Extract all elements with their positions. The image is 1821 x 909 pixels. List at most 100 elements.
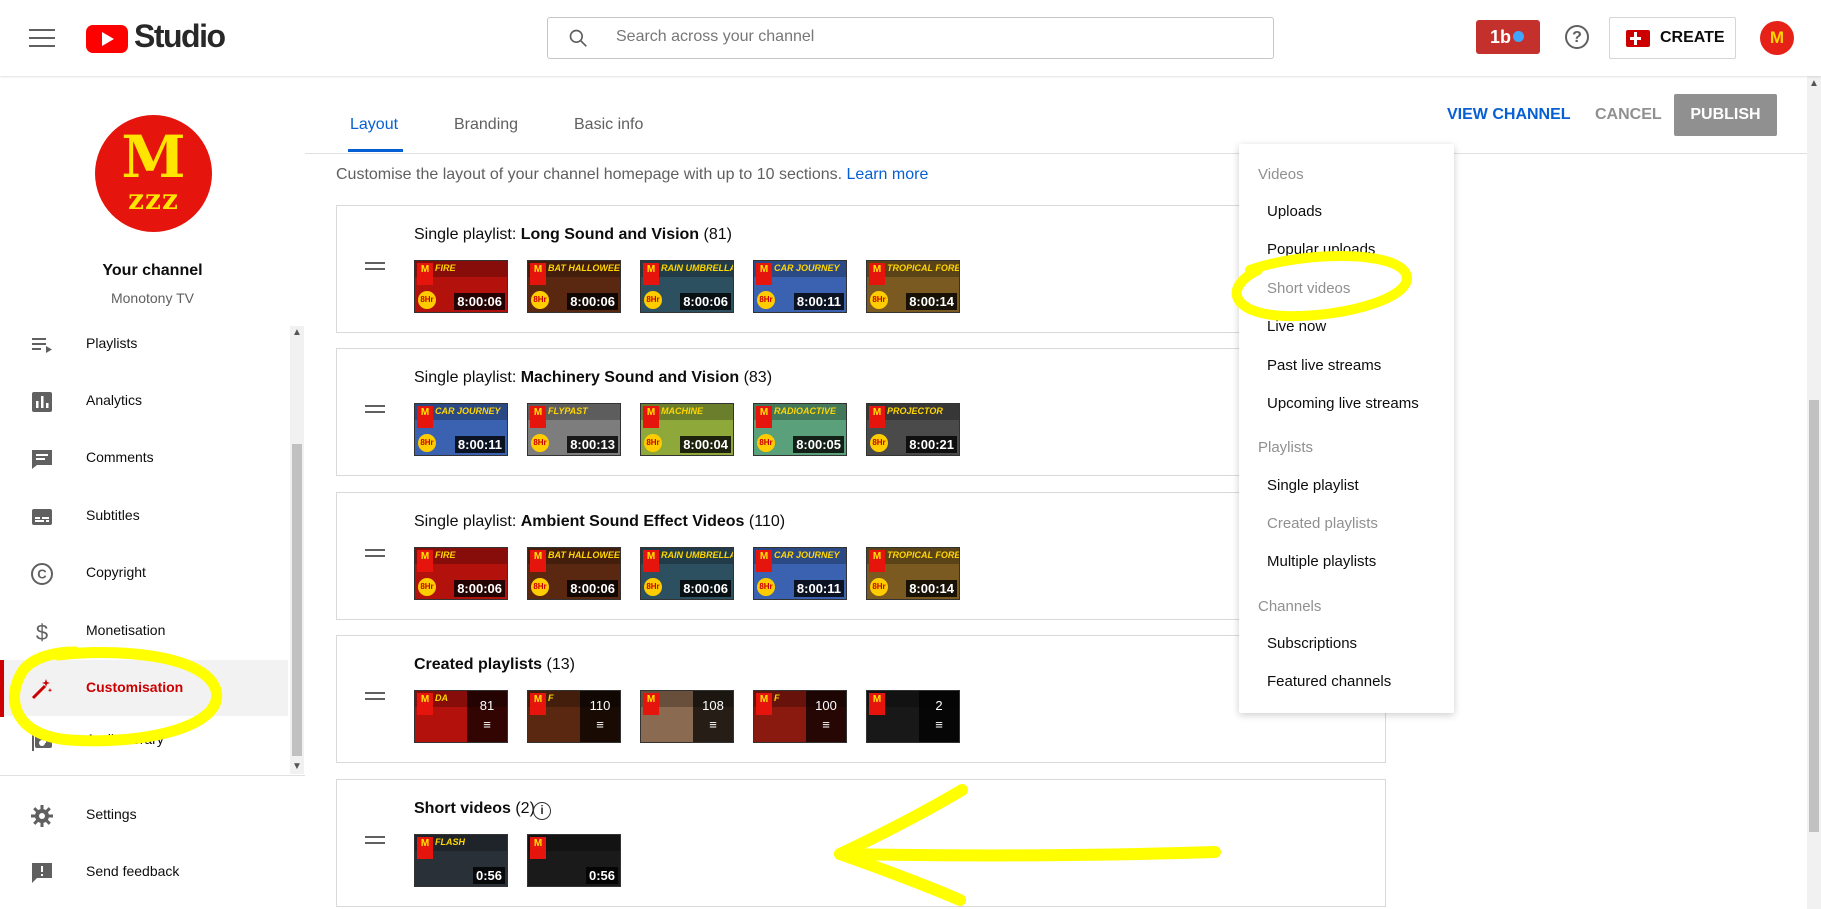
playlist-thumbnail[interactable]: M F 100 ≡: [753, 690, 847, 743]
menu-item-short-videos: Short videos: [1267, 280, 1351, 297]
playlist-thumbnail[interactable]: M 2 ≡: [866, 690, 960, 743]
publish-button[interactable]: PUBLISH: [1674, 94, 1777, 136]
drag-handle-icon[interactable]: [365, 692, 385, 702]
video-thumbnail[interactable]: M CAR JOURNEY 8Hr 8:00:11: [753, 547, 847, 600]
playlist-thumbnail[interactable]: M DA 81 ≡: [414, 690, 508, 743]
menu-item-popular-uploads[interactable]: Popular uploads: [1267, 241, 1375, 258]
menu-item-live-now[interactable]: Live now: [1267, 318, 1326, 335]
sidebar-item-send-feedback[interactable]: Send feedback: [0, 844, 288, 900]
video-thumbnail[interactable]: M RADIOACTIVE 8Hr 8:00:05: [753, 403, 847, 456]
youtube-logo-icon[interactable]: [86, 25, 128, 53]
menu-item-single-playlist[interactable]: Single playlist: [1267, 477, 1359, 494]
sidebar-item-monetisation[interactable]: $ Monetisation: [0, 603, 288, 659]
section-card[interactable]: Single playlist: Long Sound and Vision (…: [336, 205, 1386, 333]
drag-handle-icon[interactable]: [365, 405, 385, 415]
video-thumbnail[interactable]: M RAIN UMBRELLA 8Hr 8:00:06: [640, 260, 734, 313]
section-name: Long Sound and Vision: [520, 226, 700, 243]
video-thumbnail[interactable]: M FIRE 8Hr 8:00:06: [414, 260, 508, 313]
menu-item-multiple-playlists[interactable]: Multiple playlists: [1267, 553, 1376, 570]
channel-name: Monotony TV: [110, 290, 194, 306]
sidebar-item-settings[interactable]: Settings: [0, 787, 288, 843]
video-thumbnail[interactable]: M CAR JOURNEY 8Hr 8:00:11: [753, 260, 847, 313]
video-thumbnail[interactable]: M 0:56: [527, 834, 621, 887]
copyright-icon: C: [31, 563, 53, 585]
section-title: Single playlist: Ambient Sound Effect Vi…: [414, 513, 785, 531]
video-duration: 0:56: [472, 867, 505, 884]
channel-logo-icon: M: [643, 263, 659, 285]
sidebar-scrollbar-thumb[interactable]: [292, 444, 302, 756]
section-card[interactable]: Short videos (2) i M FLASH 0:56 M 0:56: [336, 779, 1386, 907]
video-thumbnail[interactable]: M MACHINE 8Hr 8:00:04: [640, 403, 734, 456]
thumbnail-title: F: [548, 693, 554, 703]
thumbnail-title: RADIOACTIVE: [774, 406, 837, 416]
video-thumbnail[interactable]: M PROJECTOR 8Hr 8:00:21: [866, 403, 960, 456]
sidebar-item-comments[interactable]: Comments: [0, 430, 288, 486]
page-scroll-up-icon[interactable]: ▲: [1807, 78, 1821, 92]
sidebar-item-audio-library[interactable]: Audio library: [0, 717, 288, 773]
drag-handle-icon[interactable]: [365, 549, 385, 559]
sidebar-item-copyright[interactable]: C Copyright: [0, 545, 288, 601]
sidebar-item-subtitles[interactable]: Subtitles: [0, 488, 288, 544]
search-bar[interactable]: [547, 17, 1274, 59]
thumbnail-title: FLASH: [435, 837, 465, 847]
cancel-button[interactable]: CANCEL: [1595, 106, 1662, 124]
video-thumbnail[interactable]: M FLYPAST 8Hr 8:00:13: [527, 403, 621, 456]
section-card[interactable]: Single playlist: Ambient Sound Effect Vi…: [336, 492, 1386, 620]
section-card[interactable]: Single playlist: Machinery Sound and Vis…: [336, 348, 1386, 476]
menu-item-featured-channels[interactable]: Featured channels: [1267, 673, 1391, 690]
search-input[interactable]: [614, 27, 1218, 47]
sidebar-item-analytics[interactable]: Analytics: [0, 373, 288, 429]
video-thumbnail[interactable]: M BAT HALLOWEEN 8Hr 8:00:06: [527, 547, 621, 600]
tab-layout[interactable]: Layout: [350, 116, 398, 134]
channel-logo-icon: M: [417, 837, 433, 859]
section-count: (83): [739, 369, 773, 386]
section-title: Created playlists (13): [414, 656, 575, 674]
playlist-thumbnail[interactable]: M 108 ≡: [640, 690, 734, 743]
video-thumbnail[interactable]: M CAR JOURNEY 8Hr 8:00:11: [414, 403, 508, 456]
drag-handle-icon[interactable]: [365, 836, 385, 846]
analytics-icon: [32, 392, 52, 412]
sidebar-item-customisation[interactable]: Customisation: [0, 660, 288, 716]
video-duration: 8:00:06: [567, 293, 618, 310]
sidebar-item-label: Customisation: [86, 679, 184, 695]
sidebar-item-label: Subtitles: [86, 507, 140, 523]
menu-item-past-live-streams[interactable]: Past live streams: [1267, 357, 1381, 374]
info-icon[interactable]: i: [533, 802, 551, 820]
section-prefix: Single playlist:: [414, 369, 521, 386]
drag-handle-icon[interactable]: [365, 262, 385, 272]
tab-basic-info[interactable]: Basic info: [574, 116, 643, 134]
help-icon[interactable]: ?: [1565, 25, 1589, 49]
menu-item-subscriptions[interactable]: Subscriptions: [1267, 635, 1357, 652]
video-duration: 8:00:14: [906, 580, 957, 597]
video-thumbnail[interactable]: M FLASH 0:56: [414, 834, 508, 887]
video-thumbnail[interactable]: M RAIN UMBRELLA 8Hr 8:00:06: [640, 547, 734, 600]
section-card[interactable]: Created playlists (13) M DA 81 ≡ M F 110 ≡ M 108 ≡…: [336, 635, 1386, 763]
sidebar-item-playlists[interactable]: Playlists: [0, 316, 288, 372]
badge-label: 1b: [1490, 27, 1512, 47]
eight-hour-badge-icon: 8Hr: [870, 578, 888, 596]
studio-logo-text[interactable]: Studio: [134, 18, 226, 55]
tab-branding[interactable]: Branding: [454, 116, 518, 134]
learn-more-link[interactable]: Learn more: [847, 166, 929, 183]
video-thumbnail[interactable]: MTROPICAL FOREST 8Hr 8:00:14: [866, 547, 960, 600]
menu-icon[interactable]: [29, 29, 55, 49]
scroll-down-icon[interactable]: ▼: [290, 760, 304, 774]
create-button[interactable]: CREATE: [1609, 17, 1736, 59]
account-avatar[interactable]: M: [1760, 21, 1794, 55]
menu-item-uploads[interactable]: Uploads: [1267, 203, 1322, 220]
channel-badge-button[interactable]: 1b: [1476, 20, 1540, 54]
sidebar-item-label: Settings: [86, 806, 137, 822]
video-thumbnail[interactable]: MTROPICAL FOREST 8Hr 8:00:14: [866, 260, 960, 313]
channel-avatar[interactable]: M zzz: [95, 115, 212, 232]
playlist-thumbnail[interactable]: M F 110 ≡: [527, 690, 621, 743]
video-thumbnail[interactable]: M FIRE 8Hr 8:00:06: [414, 547, 508, 600]
channel-logo-icon: M: [417, 406, 433, 428]
eight-hour-badge-icon: 8Hr: [531, 434, 549, 452]
menu-item-upcoming-live-streams[interactable]: Upcoming live streams: [1267, 395, 1419, 412]
video-thumbnail[interactable]: M BAT HALLOWEEN 8Hr 8:00:06: [527, 260, 621, 313]
scroll-up-icon[interactable]: ▲: [290, 326, 304, 340]
channel-logo-icon: M: [756, 693, 772, 715]
section-count: (110): [744, 513, 786, 530]
view-channel-button[interactable]: VIEW CHANNEL: [1447, 106, 1571, 124]
page-scrollbar-thumb[interactable]: [1809, 400, 1819, 832]
